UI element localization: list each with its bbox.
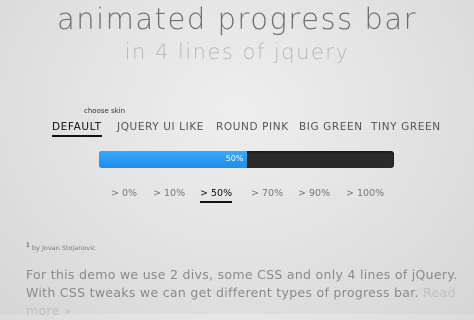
percent-option-100[interactable]: > 100% [346,188,384,201]
progress-bar-fill: 50% [99,151,247,168]
skin-big-green[interactable]: BIG GREEN [299,121,363,135]
skin-jquery-ui-like[interactable]: JQUERY UI LIKE [117,121,204,135]
author-credit-text: by Jovan Stojanovic [31,244,96,253]
description-paragraph: For this demo we use 2 divs, some CSS an… [26,266,466,320]
progress-bar: 50% [99,151,394,168]
percent-option-90[interactable]: > 90% [298,188,330,201]
percent-option-70[interactable]: > 70% [251,188,283,201]
page-title: animated progress bar [56,2,418,36]
footnote-marker: 1 [26,242,30,249]
progress-value-label: 50% [225,154,244,163]
skin-round-pink[interactable]: ROUND PINK [216,121,289,135]
percent-option-10[interactable]: > 10% [153,188,185,201]
description-text: For this demo we use 2 divs, some CSS an… [26,267,458,300]
percent-option-50[interactable]: > 50% [200,188,233,203]
skin-default[interactable]: DEFAULT [52,121,102,137]
choose-skin-label: choose skin [84,107,126,115]
author-credit: 1 by Jovan Stojanovic [26,242,96,252]
percent-option-0[interactable]: > 0% [111,188,137,201]
skin-tiny-green[interactable]: TINY GREEN [371,121,441,135]
page-subtitle: in 4 lines of jquery [124,40,350,64]
